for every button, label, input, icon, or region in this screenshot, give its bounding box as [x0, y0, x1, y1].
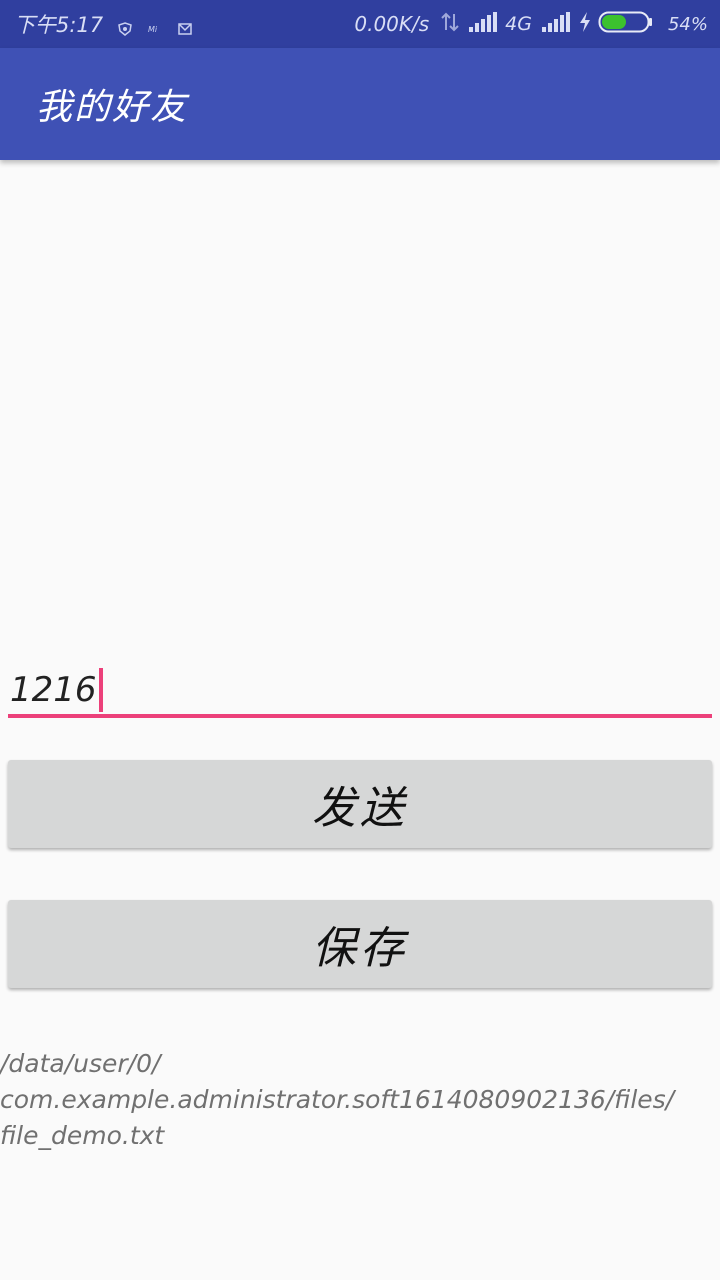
shield-icon	[117, 17, 133, 36]
input-value-row[interactable]: 1216	[10, 668, 103, 712]
app-bar: 我的好友	[0, 48, 720, 160]
text-input[interactable]: 1216	[8, 660, 712, 720]
input-value[interactable]: 1216	[10, 670, 97, 710]
file-path-line: /data/user/0/	[0, 1049, 161, 1078]
network-type: 4G	[505, 13, 532, 35]
data-activity-icon	[439, 11, 461, 38]
mail-icon	[177, 17, 193, 35]
send-button[interactable]: 发送	[8, 760, 712, 848]
charging-icon	[578, 11, 592, 38]
svg-text:Mi: Mi	[148, 25, 158, 34]
mi-icon: Mi	[147, 17, 163, 34]
status-bar: 下午5:17 Mi 0.00K/s 4G 54%	[0, 0, 720, 48]
file-path-text: /data/user/0/ com.example.administrator.…	[0, 1046, 720, 1154]
battery-percent: 54%	[667, 13, 708, 35]
signal-icon	[467, 11, 499, 38]
file-path-line: file_demo.txt	[0, 1121, 165, 1150]
file-path-line: com.example.administrator.soft1614080902…	[0, 1085, 675, 1114]
status-right: 0.00K/s 4G 54%	[354, 0, 708, 48]
input-underline	[8, 714, 712, 718]
save-button[interactable]: 保存	[8, 900, 712, 988]
battery-icon	[598, 10, 654, 39]
status-left: 下午5:17 Mi	[14, 0, 193, 48]
net-speed: 0.00K/s	[354, 12, 430, 36]
page-title: 我的好友	[36, 87, 189, 128]
text-caret	[98, 668, 103, 712]
status-time: 下午5:17	[14, 13, 104, 37]
signal-icon-2	[540, 11, 572, 38]
